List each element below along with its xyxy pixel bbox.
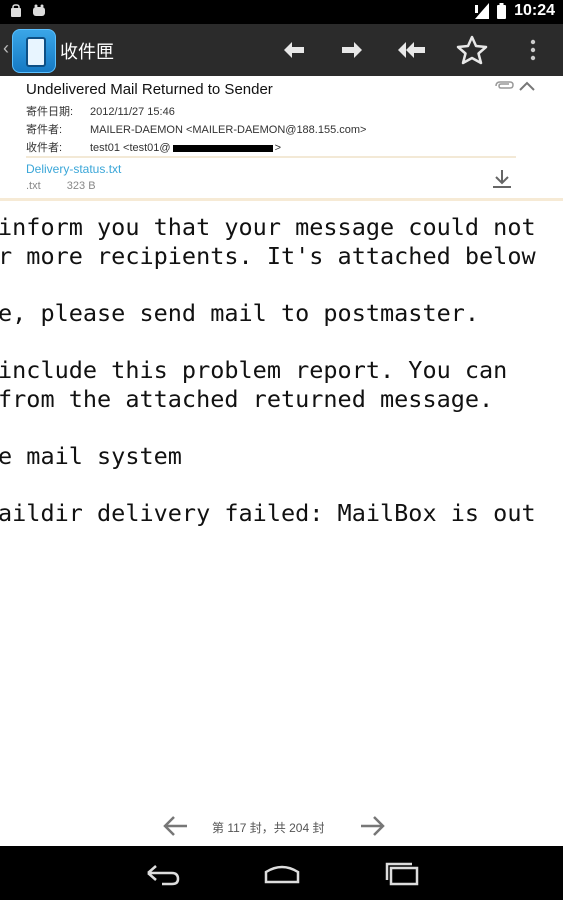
message-position: 第 117 封，共 204 封 [212,821,325,835]
forward-button[interactable] [332,32,372,68]
date-row: 寄件日期: 2012/11/27 15:46 [26,103,175,119]
date-label: 寄件日期: [26,106,74,118]
shield-icon [11,4,21,17]
date-value: 2012/11/27 15:46 [90,106,175,118]
attachment-type: .txt [26,180,41,192]
header-divider [26,156,516,158]
battery-icon [497,3,507,19]
next-message-arrow-icon[interactable] [358,814,386,838]
collapse-chevron-icon[interactable] [518,80,536,92]
star-button[interactable] [452,32,492,68]
attachment-size: 323 B [66,180,96,192]
app-icon[interactable] [12,29,56,73]
signal-icon [475,3,490,19]
status-bar: 10:24 [0,0,563,24]
reply-button[interactable] [274,32,314,68]
body-line: from the attached returned message. [0,385,494,413]
message-pager: 第 117 封，共 204 封 [0,806,563,846]
system-nav-bar [0,846,563,900]
email-subject: Undelivered Mail Returned to Sender [26,81,273,98]
redaction-bar [172,144,273,152]
attachment-name[interactable]: Delivery-status.txt [26,162,121,176]
reply-all-icon [398,42,425,58]
attachment-icon [495,81,514,89]
nav-back-icon[interactable] [140,858,184,888]
more-icon [530,39,536,61]
action-bar: ‹ 收件匣 [0,24,563,76]
folder-title[interactable]: 收件匣 [60,38,114,64]
body-line: inform you that your message could not [0,213,536,241]
star-icon [456,35,488,65]
body-line: r more recipients. It's attached below [0,242,536,270]
to-row: 收件者: test01 <test01@ > [26,139,281,155]
from-value[interactable]: MAILER-DAEMON <MAILER-DAEMON@188.155.com… [90,124,366,136]
from-label: 寄件者: [26,124,63,136]
attachment-info: .txt 323 B [26,180,96,192]
to-label: 收件者: [26,142,63,154]
download-icon[interactable] [490,168,514,190]
body-line: e mail system [0,442,182,470]
email-body: inform you that your message could not r… [0,201,563,806]
body-line: e, please send mail to postmaster. [0,299,480,327]
forward-icon [342,42,362,58]
nav-home-icon[interactable] [260,858,304,888]
to-value-prefix[interactable]: test01 <test01@ [90,142,171,154]
overflow-menu-button[interactable] [513,32,553,68]
clock: 10:24 [514,2,555,19]
nav-recents-icon[interactable] [380,858,424,888]
email-header: Undelivered Mail Returned to Sender 寄件日期… [0,76,563,200]
reply-icon [284,42,304,58]
body-line: aildir delivery failed: MailBox is out [0,499,536,527]
body-line: include this problem report. You can [0,356,508,384]
from-row: 寄件者: MAILER-DAEMON <MAILER-DAEMON@188.155… [26,121,366,137]
reply-all-button[interactable] [392,32,432,68]
notification-icon [33,4,45,16]
previous-message-arrow-icon[interactable] [162,814,190,838]
back-chevron-icon[interactable]: ‹ [3,38,9,59]
to-value-suffix: > [274,142,282,154]
